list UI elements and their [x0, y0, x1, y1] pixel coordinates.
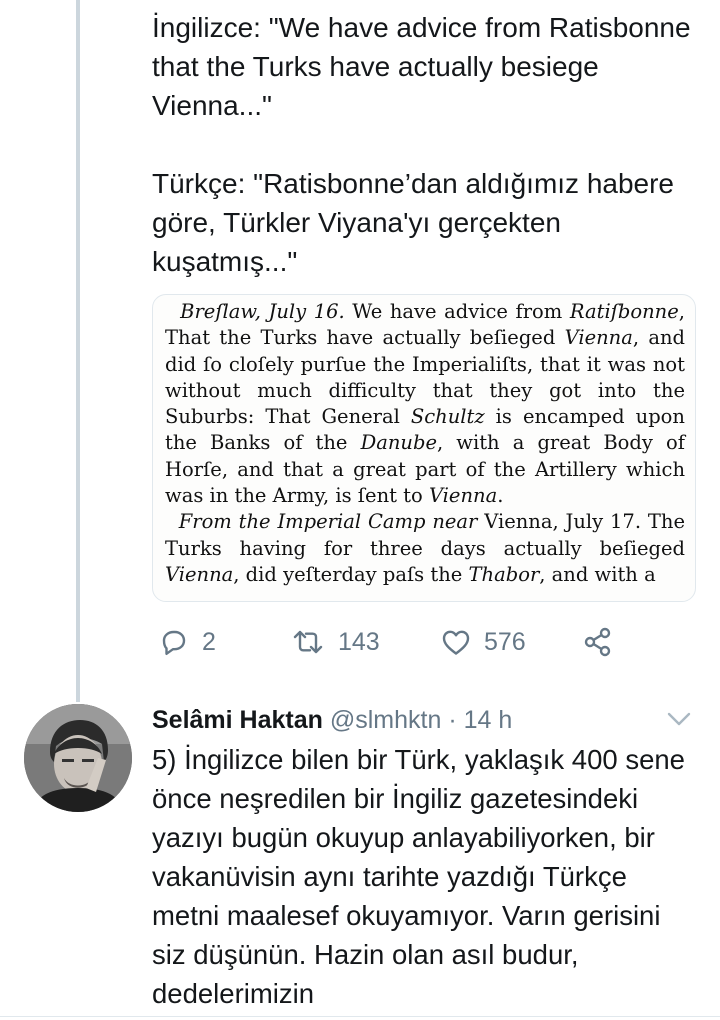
- tweet-action-bar: 2 143 576: [158, 624, 638, 660]
- like-button[interactable]: 576: [440, 624, 526, 660]
- clipping-paragraph-2: From the Imperial Camp near Vienna, July…: [165, 509, 685, 588]
- tweet-image-newspaper-clipping[interactable]: Breſlaw, July 16. We have advice from Ra…: [152, 294, 696, 602]
- reply-author-name[interactable]: Selâmi Haktan: [152, 706, 323, 734]
- reply-header: Selâmi Haktan @slmhktn · 14 h: [152, 702, 700, 738]
- clip-text: We have advice from: [344, 300, 570, 323]
- thread-connector-line: [76, 0, 80, 702]
- clip-italic: Ratiſbonne: [569, 300, 679, 323]
- clip-italic: Thabor: [468, 562, 540, 586]
- clip-italic: Schultz: [410, 405, 485, 429]
- clip-text: , did yeſterday paſs the: [233, 562, 469, 586]
- clipping-paragraph-1: Breſlaw, July 16. We have advice from Ra…: [165, 299, 685, 509]
- retweet-button[interactable]: 143: [290, 624, 380, 660]
- divider: [0, 1016, 720, 1017]
- reply-separator: ·: [441, 706, 464, 734]
- reply-icon: [162, 630, 186, 655]
- share-button[interactable]: [582, 624, 626, 660]
- avatar[interactable]: [24, 704, 132, 812]
- avatar-photo: [24, 704, 132, 812]
- clip-text: .: [497, 484, 504, 508]
- chevron-down-icon[interactable]: [664, 704, 694, 734]
- reply-text: 5) İngilizce bilen bir Türk, yaklaşık 40…: [152, 744, 693, 1009]
- clip-text: , and with a: [539, 562, 656, 586]
- retweet-icon: [293, 630, 323, 654]
- reply-count: 2: [202, 627, 216, 656]
- reply-button[interactable]: 2: [158, 624, 216, 660]
- tweet-text: İngilizce: "We have advice from Ratisbon…: [152, 12, 691, 277]
- clip-dateline-1: Breſlaw, July 16.: [180, 300, 345, 323]
- reply-timestamp[interactable]: 14 h: [464, 706, 513, 734]
- retweet-count: 143: [338, 627, 380, 656]
- clip-italic: Vienna: [165, 562, 234, 586]
- clip-italic: Danube: [360, 431, 437, 455]
- like-icon: [442, 630, 470, 655]
- clipping-text: Breſlaw, July 16. We have advice from Ra…: [165, 299, 685, 588]
- clip-italic: Vienna: [564, 326, 633, 350]
- reply-author-handle[interactable]: @slmhktn: [330, 706, 442, 734]
- clip-italic: Vienna: [428, 484, 498, 508]
- clip-dateline-2: From the Imperial Camp near: [178, 510, 478, 534]
- like-count: 576: [484, 627, 526, 656]
- share-icon: [584, 627, 611, 657]
